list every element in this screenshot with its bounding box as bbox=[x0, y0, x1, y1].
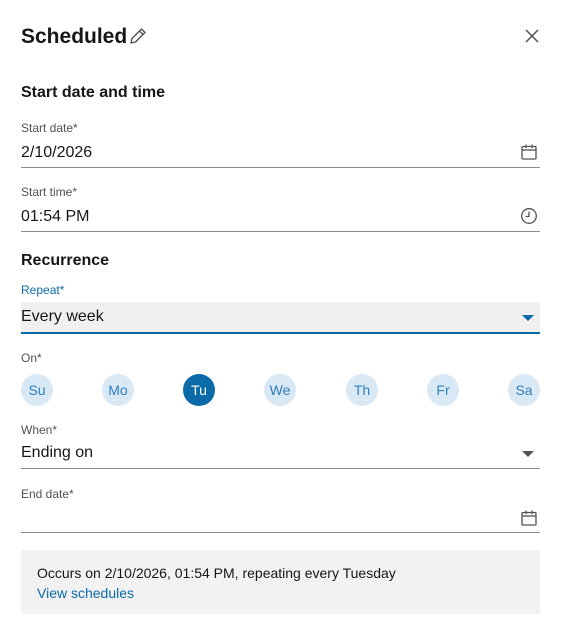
day-wednesday[interactable]: We bbox=[264, 374, 296, 406]
schedule-summary: Occurs on 2/10/2026, 01:54 PM, repeating… bbox=[21, 550, 540, 614]
chevron-down-icon[interactable] bbox=[522, 451, 534, 457]
when-select[interactable]: When* Ending on bbox=[21, 423, 540, 470]
close-icon bbox=[525, 29, 539, 43]
repeat-select[interactable]: Repeat* Every week bbox=[21, 283, 540, 334]
repeat-dropdown[interactable]: Every week bbox=[21, 302, 540, 334]
clock-icon[interactable] bbox=[520, 207, 538, 225]
end-date-label: End date* bbox=[21, 487, 74, 501]
day-tuesday[interactable]: Tu bbox=[183, 374, 215, 406]
start-date-value[interactable]: 2/10/2026 bbox=[21, 143, 92, 163]
day-friday[interactable]: Fr bbox=[427, 374, 459, 406]
panel-title: Scheduled bbox=[21, 25, 128, 48]
weekday-picker: Su Mo Tu We Th Fr Sa bbox=[21, 374, 540, 406]
calendar-icon[interactable] bbox=[520, 509, 538, 527]
chevron-down-icon bbox=[522, 315, 534, 321]
start-date-underline bbox=[21, 167, 540, 168]
view-schedules-link[interactable]: View schedules bbox=[37, 585, 134, 602]
close-button[interactable] bbox=[522, 26, 542, 46]
summary-text: Occurs on 2/10/2026, 01:54 PM, repeating… bbox=[37, 565, 396, 581]
calendar-icon[interactable] bbox=[520, 143, 538, 161]
day-saturday[interactable]: Sa bbox=[508, 374, 540, 406]
on-label: On* bbox=[21, 351, 42, 365]
day-sunday[interactable]: Su bbox=[21, 374, 53, 406]
edit-title-button[interactable] bbox=[127, 25, 149, 47]
panel-header: Scheduled bbox=[21, 24, 541, 50]
start-time-underline bbox=[21, 231, 540, 232]
start-date-label: Start date* bbox=[21, 121, 78, 135]
day-monday[interactable]: Mo bbox=[102, 374, 134, 406]
start-time-value[interactable]: 01:54 PM bbox=[21, 207, 89, 227]
start-time-label: Start time* bbox=[21, 185, 78, 199]
repeat-label: Repeat* bbox=[21, 283, 65, 297]
end-date-underline bbox=[21, 532, 540, 533]
day-thursday[interactable]: Th bbox=[346, 374, 378, 406]
repeat-value: Every week bbox=[21, 308, 104, 325]
start-time-field[interactable]: Start time* 01:54 PM bbox=[21, 185, 540, 232]
when-underline bbox=[21, 468, 540, 469]
when-value[interactable]: Ending on bbox=[21, 443, 93, 463]
end-date-field[interactable]: End date* bbox=[21, 487, 540, 534]
when-label: When* bbox=[21, 423, 58, 437]
start-date-field[interactable]: Start date* 2/10/2026 bbox=[21, 121, 540, 168]
pencil-icon bbox=[130, 28, 146, 44]
recurrence-section-title: Recurrence bbox=[21, 252, 110, 269]
start-section-title: Start date and time bbox=[21, 84, 166, 101]
